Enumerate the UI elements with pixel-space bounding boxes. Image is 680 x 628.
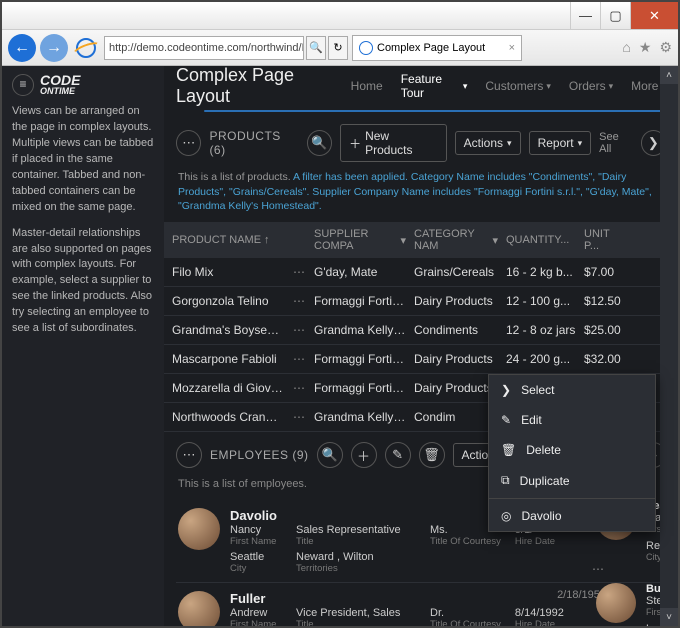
sidebar-description-2: Master-detail relationships are also sup… [12,226,154,338]
col-supplier[interactable]: SUPPLIER COMPA▾ [310,228,410,252]
trash-icon: 🗑 [501,443,516,457]
employees-add-button[interactable]: ＋ [351,442,377,468]
refresh-button[interactable]: ↻ [328,36,348,60]
employees-delete-button[interactable]: 🗑 [419,442,445,468]
plus-icon: ＋ [349,135,361,152]
row-more-icon[interactable]: ⋯ [288,352,310,366]
products-search-button[interactable]: 🔍 [307,130,332,156]
app-root: ≡ CODEONTIME Views can be arranged on th… [2,66,678,626]
minimize-button[interactable]: — [570,2,600,29]
nav-orders[interactable]: Orders [569,79,613,93]
sort-asc-icon: ↑ [264,234,270,246]
table-row[interactable]: Mascarpone Fabioli⋯Formaggi Fortini s...… [164,345,678,374]
home-icon[interactable]: ⌂ [622,39,630,56]
nav-home[interactable]: Home [351,79,383,93]
search-dropdown-button[interactable]: 🔍 [306,36,326,60]
menu-select[interactable]: ❯Select [489,375,655,405]
maximize-button[interactable]: ▢ [600,2,630,29]
top-nav: Complex Page Layout Home Feature Tour Cu… [164,66,678,106]
products-grid-header: PRODUCT NAME ↑ SUPPLIER COMPA▾ CATEGORY … [164,222,678,258]
tab-more[interactable]: More [511,111,665,112]
scroll-up-icon[interactable]: ˄ [660,66,678,84]
view-tabbar: Products Suppliers More [204,110,666,112]
hamburger-menu-button[interactable]: ≡ [12,74,34,96]
row-more-icon[interactable]: ⋯ [288,294,310,308]
tab-title: Complex Page Layout [377,42,485,54]
table-row[interactable]: Grandma's Boysenberr...⋯Grandma Kelly's … [164,316,678,345]
close-button[interactable]: ✕ [630,2,678,29]
window-titlebar: — ▢ ✕ [2,2,678,30]
ie-logo-icon [76,38,96,58]
col-unit-price[interactable]: UNIT P... [580,228,630,252]
employees-options-button[interactable]: ⋯ [176,442,202,468]
browser-address-bar: ← → http://demo.codeontime.com/northwind… [2,30,678,66]
card-more-icon[interactable]: ⋯ [592,562,604,576]
products-options-button[interactable]: ⋯ [176,130,201,156]
browser-tab[interactable]: Complex Page Layout × [352,35,522,61]
employees-title: EMPLOYEES (9) [210,448,309,462]
menu-edit[interactable]: ✎Edit [489,405,655,435]
employees-search-button[interactable]: 🔍 [317,442,343,468]
col-quantity[interactable]: QUANTITY... [502,228,580,252]
employee-card[interactable]: Fuller AndrewFirst Name Vice President, … [176,583,666,626]
brand-logo: CODEONTIME [40,74,80,96]
row-more-icon[interactable]: ⋯ [288,381,310,395]
products-header: ⋯ PRODUCTS (6) 🔍 ＋New Products Actions R… [164,120,678,166]
page-title: Complex Page Layout [176,66,333,107]
menu-delete[interactable]: 🗑Delete [489,435,655,465]
target-icon: ◎ [501,509,511,523]
products-title: PRODUCTS (6) [209,129,298,157]
sidebar: ≡ CODEONTIME Views can be arranged on th… [2,66,164,626]
avatar [178,508,220,550]
copy-icon: ⧉ [501,473,510,488]
favorites-icon[interactable]: ★ [639,39,652,56]
tab-close-icon[interactable]: × [509,42,515,54]
filter-icon: ▾ [492,234,498,247]
pencil-icon: ✎ [501,413,511,427]
filter-description: This is a list of products. A filter has… [164,166,678,222]
employees-edit-button[interactable]: ✎ [385,442,411,468]
products-report-menu[interactable]: Report [529,131,592,155]
col-product-name[interactable]: PRODUCT NAME ↑ [168,228,288,252]
row-more-icon[interactable]: ⋯ [288,323,310,337]
nav-customers[interactable]: Customers [485,79,551,93]
vertical-scrollbar[interactable]: ˄ ˅ [660,66,678,626]
scroll-down-icon[interactable]: ˅ [660,608,678,626]
avatar [178,591,220,626]
row-more-icon[interactable]: ⋯ [288,410,310,424]
tab-suppliers[interactable]: Suppliers [358,111,512,112]
menu-duplicate[interactable]: ⧉Duplicate [489,465,655,496]
menu-davolio[interactable]: ◎Davolio [489,501,655,531]
row-more-icon[interactable]: ⋯ [288,265,310,279]
forward-button[interactable]: → [40,34,68,62]
table-row[interactable]: Filo Mix⋯G'day, MateGrains/Cereals16 - 2… [164,258,678,287]
products-actions-menu[interactable]: Actions [455,131,521,155]
sidebar-description-1: Views can be arranged on the page in com… [12,104,154,216]
new-products-button[interactable]: ＋New Products [340,124,447,162]
tools-icon[interactable]: ⚙ [659,39,672,56]
filter-icon: ▾ [400,234,406,247]
chevron-right-icon: ❯ [501,383,511,397]
favicon-icon [359,41,373,55]
url-input[interactable]: http://demo.codeontime.com/northwind/Pag… [104,36,304,60]
row-context-menu: ❯Select ✎Edit 🗑Delete ⧉Duplicate ◎Davoli… [488,374,656,532]
products-see-all[interactable]: See All [599,131,632,155]
tab-products[interactable]: Products [205,111,358,112]
avatar [596,583,636,623]
table-row[interactable]: Gorgonzola Telino⋯Formaggi Fortini s...D… [164,287,678,316]
main-panel: Complex Page Layout Home Feature Tour Cu… [164,66,678,626]
col-category[interactable]: CATEGORY NAM▾ [410,228,502,252]
nav-feature-tour[interactable]: Feature Tour [401,72,468,100]
back-button[interactable]: ← [8,34,36,62]
